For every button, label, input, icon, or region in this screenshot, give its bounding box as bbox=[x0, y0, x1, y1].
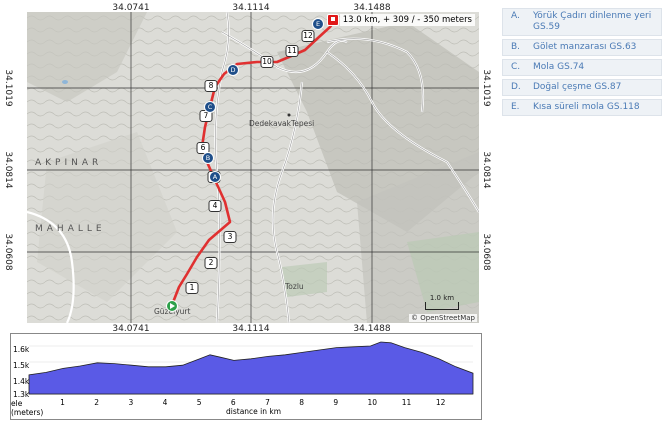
x-tick-4: 4 bbox=[162, 398, 168, 407]
waypoint-legend: A. Yörük Çadırı dinlenme yeri GS.59 B. G… bbox=[502, 8, 662, 119]
map-canvas[interactable]: AKPINAR MAHALLE DedekavakTepesi Tozlu Gü… bbox=[27, 12, 479, 323]
x-tick-6: 6 bbox=[230, 398, 236, 407]
lat-tick-right-2: 34.0814 bbox=[481, 151, 491, 189]
place-akpinar: AKPINAR bbox=[35, 158, 103, 168]
x-tick-3: 3 bbox=[128, 398, 134, 407]
lon-tick-top-2: 34.1114 bbox=[232, 3, 270, 13]
waypoint-d[interactable]: D bbox=[227, 64, 239, 76]
y-tick-2: 1.5k bbox=[13, 361, 30, 370]
legend-item-d[interactable]: D. Doğal çeşme GS.87 bbox=[502, 79, 662, 96]
legend-item-c[interactable]: C. Mola GS.74 bbox=[502, 59, 662, 76]
legend-text: Doğal çeşme GS.87 bbox=[533, 82, 622, 92]
legend-text: Gölet manzarası GS.63 bbox=[533, 42, 637, 52]
km-marker-2[interactable]: 2 bbox=[204, 257, 218, 269]
legend-text: Kısa süreli mola GS.118 bbox=[533, 102, 640, 112]
x-tick-1: 1 bbox=[60, 398, 65, 407]
elevation-area bbox=[28, 341, 474, 395]
lon-tick-top-3: 34.1488 bbox=[353, 3, 391, 13]
x-tick-9: 9 bbox=[333, 398, 339, 407]
x-tick-2: 2 bbox=[94, 398, 100, 407]
km-marker-8[interactable]: 8 bbox=[204, 80, 218, 92]
y-tick-1: 1.6k bbox=[13, 345, 30, 354]
pond bbox=[62, 80, 68, 84]
legend-letter: E. bbox=[511, 102, 520, 112]
waypoint-c[interactable]: C bbox=[204, 101, 216, 113]
lat-tick-right-1: 34.1019 bbox=[481, 69, 491, 107]
legend-letter: A. bbox=[511, 11, 520, 21]
x-tick-8: 8 bbox=[299, 398, 304, 407]
y-tick-3: 1.4k bbox=[13, 377, 30, 386]
waypoint-b[interactable]: B bbox=[202, 152, 214, 164]
place-dedekavak: DedekavakTepesi bbox=[249, 119, 315, 128]
start-marker[interactable] bbox=[166, 300, 178, 312]
scale-label: 1.0 km bbox=[429, 294, 455, 302]
x-axis-label: distance in km bbox=[226, 407, 282, 416]
legend-item-a[interactable]: A. Yörük Çadırı dinlenme yeri GS.59 bbox=[502, 8, 662, 36]
scale-bar: 1.0 km bbox=[425, 294, 459, 310]
km-marker-12[interactable]: 12 bbox=[301, 30, 315, 42]
waypoint-a[interactable]: A bbox=[209, 171, 221, 183]
x-tick-12: 12 bbox=[435, 398, 446, 407]
place-tozlu: Tozlu bbox=[285, 282, 304, 291]
x-tick-11: 11 bbox=[401, 398, 412, 407]
map-panel: AKPINAR MAHALLE DedekavakTepesi Tozlu Gü… bbox=[0, 0, 496, 334]
legend-text: Mola GS.74 bbox=[533, 62, 585, 72]
legend-letter: B. bbox=[511, 42, 521, 52]
elevation-profile[interactable]: 1.6k 1.5k 1.4k 1.3k ele (meters) distanc… bbox=[10, 333, 482, 420]
x-tick-7: 7 bbox=[265, 398, 270, 407]
map-copyright[interactable]: © OpenStreetMap bbox=[409, 314, 477, 322]
lat-tick-left-3: 34.0608 bbox=[3, 233, 13, 271]
place-mahalle: MAHALLE bbox=[35, 224, 106, 234]
end-marker[interactable] bbox=[327, 14, 339, 26]
km-marker-11[interactable]: 11 bbox=[285, 45, 299, 57]
route-summary: 13.0 km, + 309 / - 350 meters bbox=[339, 14, 475, 26]
lat-tick-left-1: 34.1019 bbox=[3, 69, 13, 107]
legend-letter: D. bbox=[511, 82, 521, 92]
legend-letter: C. bbox=[511, 62, 521, 72]
x-tick-5: 5 bbox=[196, 398, 202, 407]
km-marker-3[interactable]: 3 bbox=[223, 231, 237, 243]
lat-tick-right-3: 34.0608 bbox=[481, 233, 491, 271]
lon-tick-top-1: 34.0741 bbox=[112, 3, 150, 13]
legend-item-b[interactable]: B. Gölet manzarası GS.63 bbox=[502, 39, 662, 56]
km-marker-1[interactable]: 1 bbox=[185, 282, 199, 294]
waypoint-e[interactable]: E bbox=[312, 18, 324, 30]
legend-item-e[interactable]: E. Kısa süreli mola GS.118 bbox=[502, 99, 662, 116]
y-axis-label: ele (meters) bbox=[11, 399, 44, 417]
lat-tick-left-2: 34.0814 bbox=[3, 151, 13, 189]
km-marker-10[interactable]: 10 bbox=[260, 56, 274, 68]
km-marker-4[interactable]: 4 bbox=[208, 200, 222, 212]
y-tick-4: 1.3k bbox=[13, 390, 30, 399]
legend-text: Yörük Çadırı dinlenme yeri GS.59 bbox=[533, 11, 652, 32]
x-tick-10: 10 bbox=[367, 398, 378, 407]
